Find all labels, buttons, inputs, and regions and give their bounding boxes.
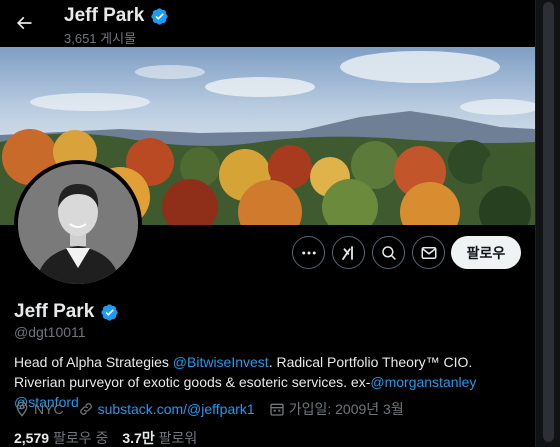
joined-item: 가입일: 2009년 3월 [269, 399, 404, 419]
avatar[interactable] [14, 160, 142, 288]
top-bar: Jeff Park 3,651 게시물 [0, 0, 535, 47]
followers-count: 3.7만 [122, 430, 155, 446]
grok-icon [341, 245, 353, 260]
search-button[interactable] [372, 236, 405, 269]
header-name-text: Jeff Park [64, 5, 145, 26]
scrollbar[interactable] [535, 0, 560, 447]
follow-button[interactable]: 팔로우 [451, 236, 521, 269]
website-link[interactable]: substack.com/@jeffpark1 [98, 401, 255, 417]
followers-link[interactable]: 3.7만 팔로워 [122, 428, 197, 447]
profile-name-text: Jeff Park [14, 301, 95, 322]
avatar-image [18, 164, 138, 284]
follow-counts: 2,579 팔로우 중 3.7만 팔로워 [14, 428, 197, 447]
following-count: 2,579 [14, 430, 50, 446]
verified-badge-icon [151, 7, 168, 25]
location-pin-icon [16, 401, 28, 417]
followers-label: 팔로워 [158, 430, 198, 446]
link-icon [79, 403, 92, 415]
arrow-left-icon [16, 16, 32, 30]
header-name: Jeff Park [64, 5, 169, 27]
message-button[interactable] [412, 236, 445, 269]
bio-mention-morganstanley[interactable]: @morganstanley [370, 374, 476, 390]
bio-mention-bitwise[interactable]: @BitwiseInvest [173, 354, 269, 370]
profile-meta: NYC substack.com/@jeffpark1 가입일: 2009년 3… [14, 399, 418, 419]
back-button[interactable] [9, 8, 39, 38]
joined-text: 가입일: 2009년 3월 [288, 401, 404, 417]
following-label: 팔로우 중 [52, 430, 109, 446]
bio-text: Head of Alpha Strategies [14, 354, 173, 370]
grok-button[interactable] [332, 236, 365, 269]
message-icon [421, 246, 436, 259]
website-item: substack.com/@jeffpark1 [78, 401, 255, 417]
following-link[interactable]: 2,579 팔로우 중 [14, 428, 108, 447]
calendar-icon [270, 403, 284, 416]
search-icon [381, 245, 396, 260]
profile-name: Jeff Park [14, 301, 119, 323]
scrollbar-thumb[interactable] [543, 2, 554, 442]
profile-handle: @dgt10011 [14, 324, 86, 340]
location-item: NYC [14, 401, 64, 417]
verified-badge-icon[interactable] [100, 303, 119, 322]
profile-actions [292, 236, 445, 269]
location-text: NYC [34, 401, 64, 417]
more-icon [301, 251, 316, 254]
more-button[interactable] [292, 236, 325, 269]
post-count: 3,651 게시물 [64, 31, 137, 46]
